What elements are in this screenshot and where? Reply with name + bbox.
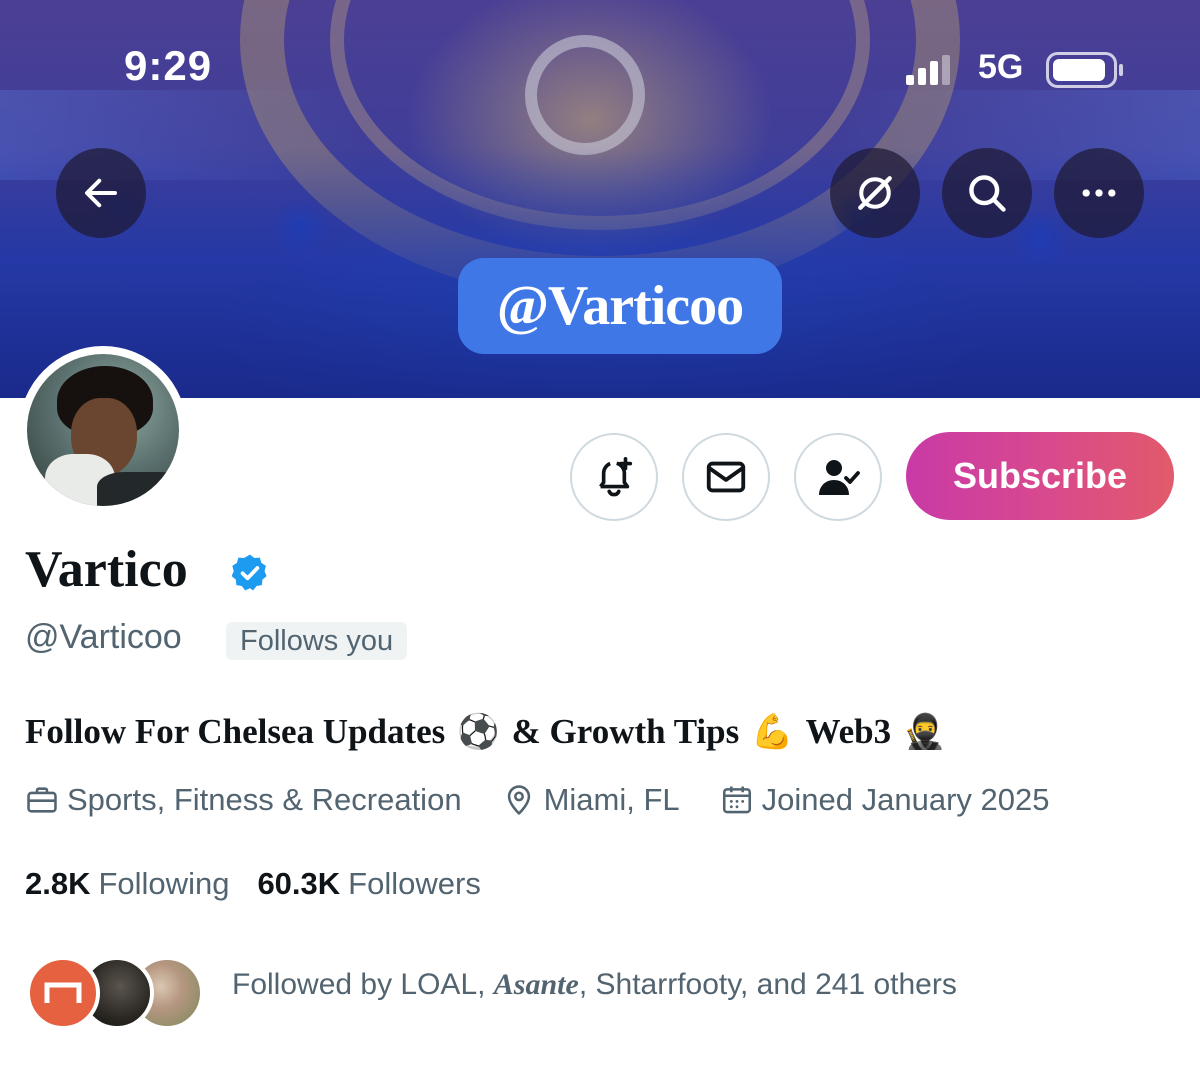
more-button[interactable] (1054, 148, 1144, 238)
follower-avatar-loal[interactable] (26, 956, 100, 1030)
search-button[interactable] (942, 148, 1032, 238)
bio-text-2: & Growth Tips (511, 712, 740, 751)
follows-you-badge: Follows you (226, 622, 408, 660)
subscribe-button[interactable]: Subscribe (906, 432, 1174, 520)
soccer-ball-emoji: ⚽ (457, 712, 500, 752)
bio-text-3: Web3 (805, 712, 892, 751)
follow-stats: 2.8K Following 60.3K Followers (25, 866, 509, 902)
joined-item: Joined January 2025 (720, 782, 1050, 818)
category-text: Sports, Fitness & Recreation (67, 782, 462, 817)
status-time: 9:29 (124, 42, 213, 89)
followed-by-prefix: Followed by LOAL, (232, 968, 494, 1001)
verified-badge-icon[interactable] (229, 552, 271, 594)
followed-by-text[interactable]: Followed by LOAL, Asante, Shtarrfooty, a… (232, 968, 957, 1002)
message-button[interactable] (682, 433, 770, 521)
signal-icon (906, 55, 950, 85)
followed-by-suffix: , Shtarrfooty, and 241 others (578, 968, 957, 1001)
grok-icon (858, 176, 892, 210)
following-button[interactable] (794, 433, 882, 521)
more-horizontal-icon (1082, 189, 1116, 197)
briefcase-icon (27, 787, 57, 813)
display-name: Vartico (25, 541, 188, 598)
followers-link[interactable]: Followers (348, 866, 481, 902)
location-pin-icon (507, 785, 530, 815)
banner-trophy (525, 35, 645, 155)
location-text: Miami, FL (543, 782, 680, 817)
profile-avatar[interactable] (19, 346, 187, 514)
followed-by-highlight: Asante (493, 968, 579, 1001)
person-check-icon (819, 460, 860, 495)
avatar-photo (27, 354, 179, 506)
battery-icon (1046, 52, 1123, 88)
envelope-icon (706, 461, 746, 493)
notifications-button[interactable] (570, 433, 658, 521)
calendar-icon (722, 786, 751, 814)
grok-button[interactable] (830, 148, 920, 238)
back-button[interactable] (56, 148, 146, 238)
arrow-left-icon (84, 178, 118, 208)
location-item: Miami, FL (502, 782, 680, 818)
network-type: 5G (978, 48, 1024, 86)
category-item: Sports, Fitness & Recreation (25, 782, 462, 818)
flexed-biceps-emoji: 💪 (751, 712, 794, 752)
search-icon (969, 175, 1006, 212)
following-count[interactable]: 2.8K (25, 866, 90, 902)
goal-logo-icon (44, 982, 82, 1003)
following-link[interactable]: Following (98, 866, 229, 902)
bio-text-1: Follow For Chelsea Updates (25, 712, 446, 751)
profile-bio: Follow For Chelsea Updates ⚽ & Growth Ti… (25, 712, 958, 752)
profile-handle: @Varticoo (25, 618, 182, 656)
banner-handle-label: @Varticoo (458, 258, 782, 354)
joined-text: Joined January 2025 (761, 782, 1050, 817)
profile-meta: Sports, Fitness & Recreation Miami, FL J… (25, 782, 1089, 818)
bell-plus-icon (599, 456, 633, 497)
ninja-emoji: 🥷 (903, 712, 946, 752)
followers-count[interactable]: 60.3K (257, 866, 340, 902)
